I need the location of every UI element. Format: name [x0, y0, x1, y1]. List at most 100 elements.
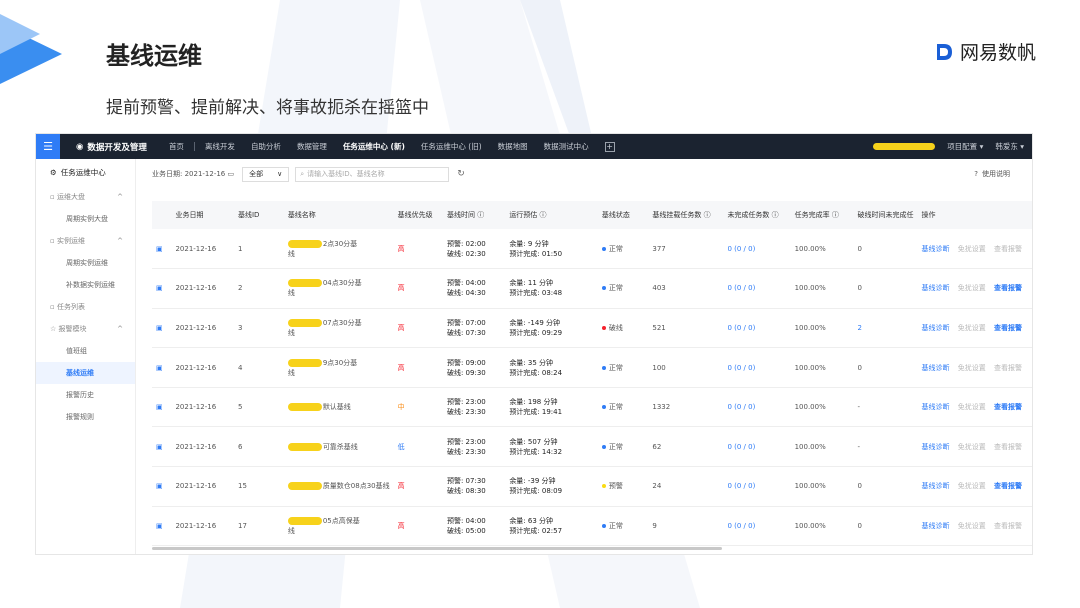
exempt-settings-button[interactable]: 免扰设置	[958, 364, 986, 372]
nav-task-ops-new[interactable]: 任务运维中心 (新)	[343, 141, 405, 152]
table-icon: ▫	[50, 303, 55, 311]
sidebar-group-alarm[interactable]: ☆ 报警模块 ^	[36, 318, 135, 340]
diagnose-button[interactable]: 基线诊断	[922, 403, 950, 411]
app-name: 数据开发及管理	[87, 142, 147, 153]
baseline-row-icon[interactable]: ▣	[152, 427, 171, 467]
baseline-row-icon[interactable]: ▣	[152, 506, 171, 546]
diagnose-button[interactable]: 基线诊断	[922, 245, 950, 253]
nav-data-map[interactable]: 数据地图	[498, 141, 528, 152]
cell-date: 2021-12-16	[175, 403, 217, 412]
cell-unfinished[interactable]: 0 (0 / 0)	[723, 269, 790, 309]
cell-unfinished[interactable]: 0 (0 / 0)	[723, 387, 790, 427]
view-alarm-button[interactable]: 查看报警	[994, 364, 1022, 372]
nav-data-test[interactable]: 数据测试中心	[544, 141, 589, 152]
cell-priority: 高	[397, 363, 405, 372]
cell-overdue: -	[857, 442, 860, 451]
sidebar-item-cycle-instance[interactable]: 周期实例运维	[36, 252, 135, 274]
nav-offline-dev[interactable]: 离线开发	[205, 141, 235, 152]
diagnose-button[interactable]: 基线诊断	[922, 443, 950, 451]
cell-ops: 基线诊断 免扰设置 查看报警	[918, 348, 1032, 388]
refresh-icon[interactable]: ↻	[457, 169, 465, 179]
view-alarm-button[interactable]: 查看报警	[994, 284, 1022, 292]
user-menu[interactable]: 韩爱东 ▾	[995, 141, 1024, 152]
status-select[interactable]: 全部 ∨	[242, 166, 290, 182]
cell-status: 预警	[598, 467, 648, 507]
exempt-settings-button[interactable]: 免扰设置	[958, 443, 986, 451]
cell-estimate: 余量: 198 分钟 预计完成: 19:41	[509, 398, 563, 417]
search-input[interactable]: ⌕ 请输入基线ID、基线名称	[295, 166, 450, 182]
cell-unfinished[interactable]: 0 (0 / 0)	[723, 467, 790, 507]
nav-task-ops-old[interactable]: 任务运维中心 (旧)	[421, 141, 482, 152]
chevron-up-icon: ^	[117, 325, 123, 333]
diagnose-button[interactable]: 基线诊断	[922, 482, 950, 490]
sidebar-item-backfill-instance[interactable]: 补数据实例运维	[36, 274, 135, 296]
project-selector-redacted[interactable]	[873, 143, 936, 150]
cell-unfinished[interactable]: 0 (0 / 0)	[723, 348, 790, 388]
help-link[interactable]: ? 使用说明	[974, 169, 1010, 179]
sidebar-item-cycle-dashboard[interactable]: 周期实例大盘	[36, 208, 135, 230]
slide-title: 基线运维	[106, 42, 202, 70]
horizontal-scrollbar[interactable]	[152, 547, 722, 550]
sidebar-item-alarm-history[interactable]: 报警历史	[36, 384, 135, 406]
sidebar-item-duty-group[interactable]: 值班组	[36, 340, 135, 362]
cell-estimate: 余量: 63 分钟 预计完成: 02:57	[509, 516, 563, 535]
exempt-settings-button[interactable]: 免扰设置	[958, 522, 986, 530]
table-row: ▣ 2021-12-16 17 05点高保基线 高 预警: 04:00 破线: 0…	[152, 506, 1032, 546]
cell-name: 质量数仓08点30基线	[284, 467, 394, 507]
sidebar-item-alarm-rules[interactable]: 报警规则	[36, 406, 135, 428]
cell-overdue: 0	[857, 482, 862, 491]
exempt-settings-button[interactable]: 免扰设置	[958, 284, 986, 292]
view-alarm-button[interactable]: 查看报警	[994, 522, 1022, 530]
diagnose-button[interactable]: 基线诊断	[922, 522, 950, 530]
add-tab-button[interactable]: +	[604, 141, 615, 152]
col-rate: 任务完成率 ⓘ	[794, 211, 839, 219]
baseline-row-icon[interactable]: ▣	[152, 229, 171, 269]
sidebar-item-baseline-ops[interactable]: 基线运维	[36, 362, 135, 384]
bell-icon: ☆	[50, 325, 57, 333]
sidebar-group-dashboard[interactable]: ▫ 运维大盘 ^	[36, 186, 135, 208]
cell-priority: 高	[397, 521, 405, 530]
cell-id: 6	[237, 442, 243, 451]
cell-unfinished[interactable]: 0 (0 / 0)	[723, 427, 790, 467]
nav-data-management[interactable]: 数据管理	[297, 141, 327, 152]
cell-date: 2021-12-16	[175, 363, 217, 372]
cell-unfinished[interactable]: 0 (0 / 0)	[723, 308, 790, 348]
cell-unfinished[interactable]: 0 (0 / 0)	[723, 506, 790, 546]
cell-time: 预警: 02:00 破线: 02:30	[446, 239, 486, 258]
date-picker[interactable]: 业务日期: 2021-12-16 ▭	[152, 169, 234, 179]
baseline-row-icon[interactable]: ▣	[152, 308, 171, 348]
diagnose-button[interactable]: 基线诊断	[922, 284, 950, 292]
status-dot	[601, 523, 606, 528]
brand-name: 网易数帆	[959, 42, 1036, 64]
status-dot	[601, 484, 606, 489]
baseline-row-icon[interactable]: ▣	[152, 348, 171, 388]
cell-task-count: 403	[652, 284, 666, 293]
menu-icon[interactable]: ☰	[36, 134, 60, 159]
col-status: 基线状态	[601, 211, 630, 219]
app-logo[interactable]: ◉ 数据开发及管理	[76, 141, 147, 153]
baseline-row-icon[interactable]: ▣	[152, 387, 171, 427]
exempt-settings-button[interactable]: 免扰设置	[958, 403, 986, 411]
exempt-settings-button[interactable]: 免扰设置	[958, 245, 986, 253]
info-icon: ⓘ	[703, 211, 711, 219]
chevron-down-icon: ∨	[277, 169, 283, 178]
nav-home[interactable]: 首页	[169, 141, 184, 152]
baseline-row-icon[interactable]: ▣	[152, 269, 171, 309]
view-alarm-button[interactable]: 查看报警	[994, 403, 1022, 411]
cell-ops: 基线诊断 免扰设置 查看报警	[918, 387, 1032, 427]
baseline-row-icon[interactable]: ▣	[152, 467, 171, 507]
project-config-menu[interactable]: 项目配置 ▾	[947, 141, 983, 152]
sidebar-group-task-list[interactable]: ▫ 任务列表	[36, 296, 135, 318]
diagnose-button[interactable]: 基线诊断	[922, 324, 950, 332]
sidebar-group-instance-ops[interactable]: ▫ 实例运维 ^	[36, 230, 135, 252]
exempt-settings-button[interactable]: 免扰设置	[958, 324, 986, 332]
view-alarm-button[interactable]: 查看报警	[994, 245, 1022, 253]
view-alarm-button[interactable]: 查看报警	[994, 482, 1022, 490]
view-alarm-button[interactable]: 查看报警	[994, 324, 1022, 332]
cell-unfinished[interactable]: 0 (0 / 0)	[723, 229, 790, 269]
diagnose-button[interactable]: 基线诊断	[922, 364, 950, 372]
exempt-settings-button[interactable]: 免扰设置	[958, 482, 986, 490]
view-alarm-button[interactable]: 查看报警	[994, 443, 1022, 451]
cell-id: 2	[237, 284, 243, 293]
nav-self-analysis[interactable]: 自助分析	[251, 141, 281, 152]
